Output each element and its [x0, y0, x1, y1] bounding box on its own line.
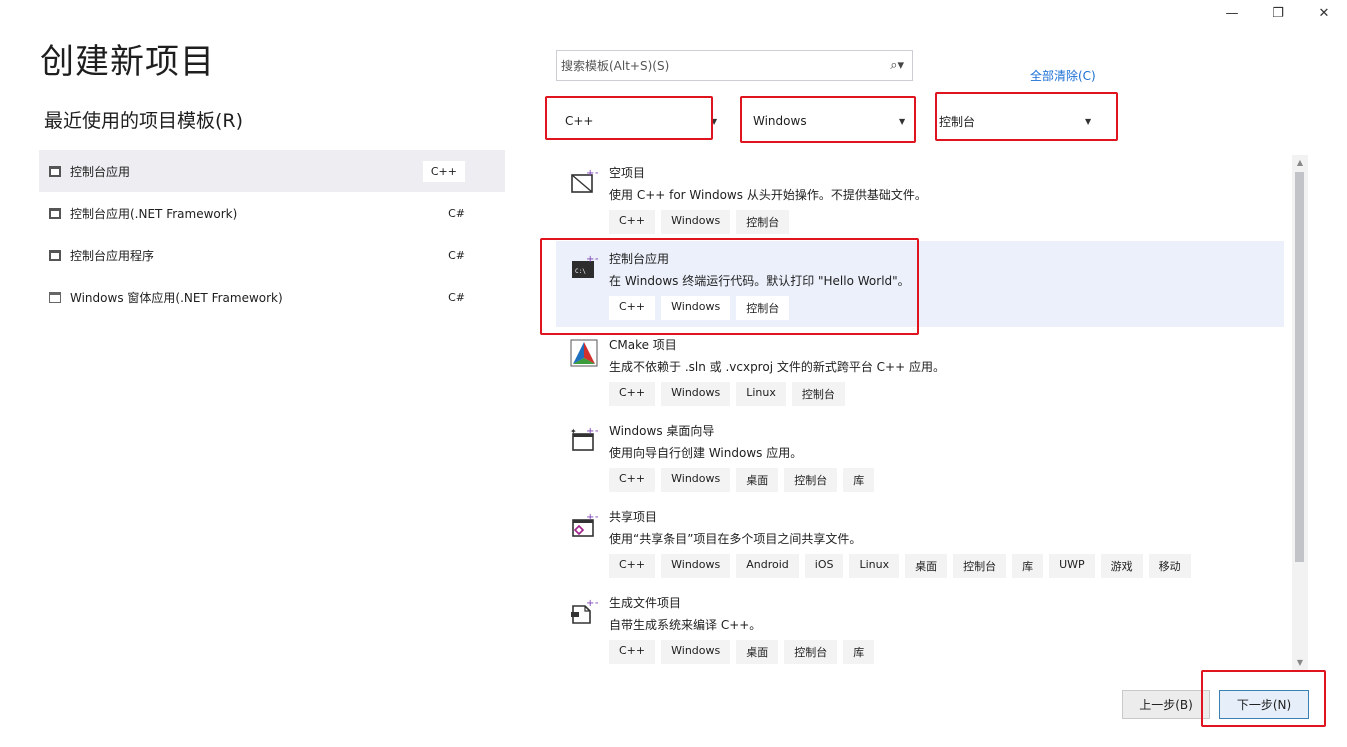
scroll-thumb[interactable] — [1295, 172, 1304, 562]
recent-template-item[interactable]: 控制台应用(.NET Framework) C# — [39, 192, 505, 234]
tag: C++ — [609, 640, 656, 664]
template-description: 自带生成系统来编译 C++。 — [609, 618, 762, 632]
console-app-icon — [49, 165, 61, 177]
template-name: 空项目 — [609, 166, 646, 180]
tag: Linux — [736, 382, 786, 406]
makefile-project-icon: ++ — [571, 598, 598, 624]
tag: iOS — [804, 554, 844, 578]
tag: C++ — [609, 210, 656, 234]
desktop-wizard-icon: ✦ ++ — [570, 426, 598, 451]
template-item[interactable]: ++ 生成文件项目 自带生成系统来编译 C++。 C++ Windows 桌面 … — [556, 585, 1284, 671]
tag: Windows — [661, 382, 731, 406]
recent-template-lang: C# — [448, 206, 465, 220]
template-tags: C++ Windows 桌面 控制台 库 — [609, 640, 875, 664]
winforms-icon — [49, 291, 61, 303]
tag: 控制台 — [791, 382, 845, 406]
template-item[interactable]: ++ 共享项目 使用“共享条目”项目在多个项目之间共享文件。 C++ Windo… — [556, 499, 1284, 585]
template-name: 共享项目 — [609, 510, 658, 524]
window-controls: — ❐ ✕ — [1209, 0, 1347, 26]
svg-text:✦: ✦ — [570, 427, 577, 436]
page-title: 创建新项目 — [40, 42, 215, 82]
template-name: Windows 桌面向导 — [609, 424, 715, 438]
template-tags: C++ Windows Linux 控制台 — [609, 382, 845, 406]
recent-template-lang: C++ — [422, 160, 465, 182]
recent-template-name: 控制台应用程序 — [70, 248, 155, 263]
template-name: 生成文件项目 — [609, 596, 682, 610]
svg-text:++: ++ — [586, 168, 598, 179]
tag: UWP — [1049, 554, 1095, 578]
close-icon[interactable]: ✕ — [1301, 0, 1347, 26]
recent-template-item[interactable]: 控制台应用 C++ — [39, 150, 505, 192]
scroll-up-icon[interactable]: ▲ — [1292, 155, 1308, 171]
template-name: CMake 项目 — [609, 338, 677, 352]
tag: 桌面 — [736, 640, 779, 664]
svg-text:++: ++ — [586, 598, 598, 609]
shared-project-icon: ++ — [572, 512, 598, 537]
tag: 库 — [843, 468, 875, 492]
console-app-icon — [49, 207, 61, 219]
tag: 移动 — [1148, 554, 1191, 578]
svg-text:++: ++ — [586, 426, 598, 437]
tag: Windows — [661, 554, 731, 578]
scroll-down-icon[interactable]: ▼ — [1292, 655, 1308, 671]
recent-template-name: Windows 窗体应用(.NET Framework) — [70, 290, 283, 305]
recent-templates-heading: 最近使用的项目模板(R) — [44, 110, 244, 132]
tag: 库 — [1012, 554, 1044, 578]
tag: Windows — [661, 210, 731, 234]
tag: Windows — [661, 640, 731, 664]
tag: 桌面 — [736, 468, 779, 492]
template-tags: C++ Windows 控制台 — [609, 210, 790, 234]
template-item[interactable]: CMake 项目 生成不依赖于 .sln 或 .vcxproj 文件的新式跨平台… — [556, 327, 1284, 413]
tag: 控制台 — [784, 640, 838, 664]
recent-template-lang: C# — [448, 290, 465, 304]
search-input[interactable] — [557, 51, 865, 80]
recent-template-lang: C# — [448, 248, 465, 262]
template-description: 使用“共享条目”项目在多个项目之间共享文件。 — [609, 532, 862, 546]
tag: 控制台 — [784, 468, 838, 492]
tag: Windows — [661, 468, 731, 492]
clear-all-link[interactable]: 全部清除(C) — [1030, 67, 1096, 84]
highlight-box — [545, 96, 713, 140]
template-description: 使用向导自行创建 Windows 应用。 — [609, 446, 803, 460]
template-description: 生成不依赖于 .sln 或 .vcxproj 文件的新式跨平台 C++ 应用。 — [609, 360, 945, 374]
highlight-box — [1201, 670, 1326, 727]
recent-template-item[interactable]: Windows 窗体应用(.NET Framework) C# — [39, 276, 505, 318]
template-description: 使用 C++ for Windows 从头开始操作。不提供基础文件。 — [609, 188, 927, 202]
recent-template-name: 控制台应用(.NET Framework) — [70, 206, 238, 221]
tag: 控制台 — [953, 554, 1007, 578]
template-item[interactable]: ✦ ++ Windows 桌面向导 使用向导自行创建 Windows 应用。 C… — [556, 413, 1284, 499]
tag: 桌面 — [905, 554, 948, 578]
highlight-box — [540, 238, 919, 335]
console-app-icon — [49, 249, 61, 261]
empty-project-icon: ++ — [571, 168, 598, 193]
tag: C++ — [609, 554, 656, 578]
template-tags: C++ Windows Android iOS Linux 桌面 控制台 库 U… — [609, 554, 1191, 578]
tag: Linux — [849, 554, 900, 578]
restore-icon[interactable]: ❐ — [1255, 0, 1301, 26]
minimize-icon[interactable]: — — [1209, 0, 1255, 26]
recent-template-item[interactable]: 控制台应用程序 C# — [39, 234, 505, 276]
tag: Android — [736, 554, 799, 578]
template-list: ++ 空项目 使用 C++ for Windows 从头开始操作。不提供基础文件… — [556, 155, 1284, 671]
template-item[interactable]: ++ 空项目 使用 C++ for Windows 从头开始操作。不提供基础文件… — [556, 155, 1284, 241]
tag: C++ — [609, 382, 656, 406]
search-icon[interactable]: ⌕▾ — [890, 58, 904, 73]
search-box: ⌕▾ — [556, 50, 913, 81]
recent-template-name: 控制台应用 — [70, 164, 131, 179]
template-list-scrollbar[interactable]: ▲ ▼ — [1292, 155, 1308, 671]
cmake-icon — [570, 339, 598, 367]
highlight-box — [935, 92, 1118, 141]
recent-templates-list: 控制台应用 C++ 控制台应用(.NET Framework) C# 控制台应用… — [39, 150, 505, 318]
tag: C++ — [609, 468, 656, 492]
highlight-box — [740, 96, 916, 143]
svg-text:++: ++ — [586, 512, 598, 523]
tag: 库 — [843, 640, 875, 664]
back-button[interactable]: 上一步(B) — [1122, 690, 1210, 719]
tag: 游戏 — [1100, 554, 1143, 578]
tag: 控制台 — [736, 210, 790, 234]
template-tags: C++ Windows 桌面 控制台 库 — [609, 468, 875, 492]
